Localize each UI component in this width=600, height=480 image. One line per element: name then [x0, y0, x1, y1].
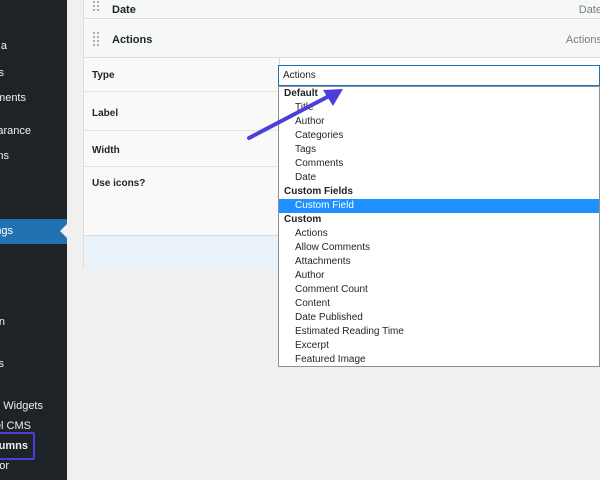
column-type: Actions	[565, 34, 600, 46]
sidebar-item-media[interactable]: a	[0, 34, 67, 58]
sidebar-item-label: n	[0, 316, 5, 328]
annotation-arrow-icon	[247, 89, 343, 140]
option-excerpt[interactable]: Excerpt	[279, 339, 599, 353]
sidebar-item-label: s	[0, 358, 4, 370]
admin-sidebar: a s mments arance ns ngs n s d Widgets e…	[0, 0, 67, 480]
type-select[interactable]: Actions	[278, 65, 600, 86]
option-allow-comments[interactable]: Allow Comments	[279, 241, 599, 255]
sidebar-item-settings[interactable]: ngs	[0, 219, 67, 244]
option-estimated-reading-time[interactable]: Estimated Reading Time	[279, 325, 599, 339]
option-group-custom-fields: Custom Fields	[284, 186, 353, 197]
sidebar-item-label: or	[0, 460, 9, 472]
sidebar-item-label: arance	[0, 125, 31, 137]
divider	[84, 166, 279, 167]
label-label: Label	[92, 108, 119, 119]
option-comments[interactable]: Comments	[279, 157, 599, 171]
sidebar-item-appearance[interactable]: arance	[0, 119, 67, 143]
option-comment-count[interactable]: Comment Count	[279, 283, 599, 297]
sidebar-item-comments[interactable]: mments	[0, 86, 67, 110]
sidebar-item-label: ngs	[0, 225, 13, 237]
option-actions[interactable]: Actions	[279, 227, 599, 241]
sidebar-item-label: mments	[0, 92, 26, 104]
option-author-custom[interactable]: Author	[279, 269, 599, 283]
main-content: Date Date Actions Actions Type Label Wid…	[67, 0, 600, 480]
column-type: Date	[578, 4, 600, 16]
column-row-date[interactable]: Date Date	[84, 0, 600, 19]
drag-handle-icon[interactable]	[92, 0, 100, 12]
drag-handle-icon[interactable]	[92, 31, 100, 47]
width-label: Width	[92, 145, 120, 156]
sidebar-item-misc-2[interactable]: s	[0, 352, 67, 376]
column-row-actions[interactable]: Actions Actions	[84, 20, 600, 58]
sidebar-item-label: a	[0, 40, 7, 52]
sidebar-item-editor[interactable]: or	[0, 454, 67, 478]
option-content[interactable]: Content	[279, 297, 599, 311]
option-date-published[interactable]: Date Published	[279, 311, 599, 325]
option-tags[interactable]: Tags	[279, 143, 599, 157]
column-title: Date	[112, 4, 136, 16]
settings-label-column: Type Label Width Use icons?	[84, 58, 280, 235]
option-date[interactable]: Date	[279, 171, 599, 185]
sidebar-item-plugins[interactable]: ns	[0, 144, 67, 168]
sidebar-item-misc-1[interactable]: n	[0, 310, 67, 334]
use-icons-label: Use icons?	[92, 178, 146, 189]
option-attachments[interactable]: Attachments	[279, 255, 599, 269]
option-group-custom: Custom	[284, 214, 322, 225]
sidebar-item-pages[interactable]: s	[0, 61, 67, 85]
option-featured-image[interactable]: Featured Image	[279, 353, 599, 366]
sidebar-item-label: ns	[0, 150, 9, 162]
column-title: Actions	[112, 34, 153, 46]
sidebar-item-label: s	[0, 67, 4, 79]
option-custom-field[interactable]: Custom Field	[279, 199, 599, 213]
type-label: Type	[92, 70, 115, 81]
